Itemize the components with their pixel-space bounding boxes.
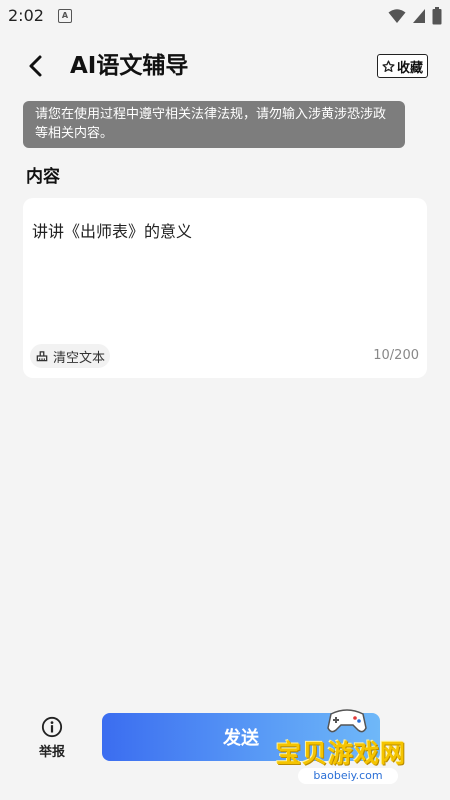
- watermark: 宝贝游戏网 baobeiy.com: [270, 706, 430, 796]
- report-button[interactable]: 举报: [30, 716, 74, 762]
- content-section-label: 内容: [22, 162, 60, 187]
- clear-text-label: 清空文本: [53, 350, 106, 366]
- char-count: 10/200: [373, 348, 419, 363]
- screen: 2:02 A AI语文辅导 收藏 请您在使用过程中遵守相关法律法规，请勿输入涉黄…: [0, 0, 450, 800]
- legal-notice: 请您在使用过程中遵守相关法律法规，请勿输入涉黄涉恐涉政等相关内容。: [23, 101, 405, 148]
- page-title: AI语文辅导: [70, 53, 189, 79]
- cellular-signal-icon: [413, 9, 425, 23]
- clear-text-button[interactable]: 清空文本: [30, 344, 111, 368]
- favorite-button[interactable]: 收藏: [376, 54, 428, 78]
- battery-icon: [432, 7, 442, 25]
- info-icon: [41, 716, 63, 738]
- status-bar: 2:02 A: [0, 0, 450, 32]
- favorite-label: 收藏: [396, 60, 423, 76]
- header: AI语文辅导 收藏: [0, 42, 450, 90]
- report-label: 举报: [38, 745, 65, 760]
- status-time: 2:02: [8, 6, 44, 25]
- app-notification-icon: A: [58, 9, 72, 23]
- status-icons: [388, 7, 442, 25]
- wifi-icon: [388, 9, 406, 23]
- watermark-name: 宝贝游戏网: [276, 739, 407, 768]
- back-arrow-icon: [29, 55, 42, 77]
- send-label: 发送: [223, 728, 259, 749]
- content-input[interactable]: 讲讲《出师表》的意义: [32, 218, 412, 242]
- gamepad-logo-icon: [327, 709, 367, 733]
- watermark-url: baobeiy.com: [298, 768, 398, 784]
- clear-broom-icon: [36, 351, 48, 362]
- star-icon: [382, 59, 395, 72]
- content-card: 讲讲《出师表》的意义 清空文本 10/200: [23, 198, 427, 378]
- back-button[interactable]: [20, 50, 52, 82]
